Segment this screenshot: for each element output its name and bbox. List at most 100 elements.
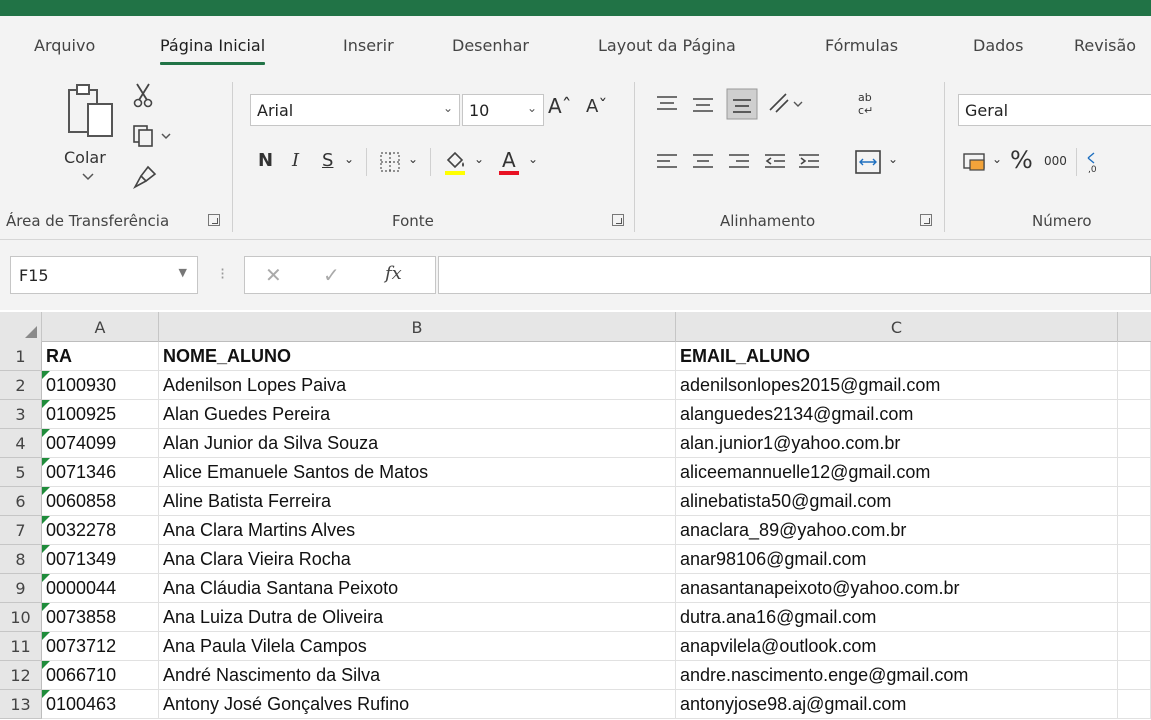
column-header-b[interactable]: B <box>159 312 676 342</box>
cell-a[interactable]: RA <box>42 342 159 371</box>
cell-c[interactable]: antonyjose98.aj@gmail.com <box>676 690 1118 719</box>
font-size-select[interactable]: 10 ⌄ <box>462 94 544 126</box>
cell-d[interactable] <box>1118 342 1151 371</box>
cell-b[interactable]: Ana Clara Vieira Rocha <box>159 545 676 574</box>
row-header[interactable]: 10 <box>0 603 42 632</box>
fill-color-icon[interactable] <box>442 148 468 176</box>
increase-font-size-icon[interactable]: Aˆ <box>548 94 572 118</box>
align-top-icon[interactable] <box>654 92 680 116</box>
wrap-text-icon[interactable]: ab c↵ <box>854 88 882 118</box>
chevron-down-icon[interactable]: ⌄ <box>344 152 354 166</box>
cell-a[interactable]: 0100463 <box>42 690 159 719</box>
row-header[interactable]: 12 <box>0 661 42 690</box>
cancel-icon[interactable]: ✕ <box>265 263 282 287</box>
formula-input[interactable] <box>438 256 1151 294</box>
cell-d[interactable] <box>1118 661 1151 690</box>
chevron-down-icon[interactable]: ⌄ <box>474 152 484 166</box>
cell-c[interactable]: anaclara_89@yahoo.com.br <box>676 516 1118 545</box>
font-launcher-icon[interactable] <box>612 214 624 226</box>
tab-desenhar[interactable]: Desenhar <box>452 36 529 55</box>
accounting-format-icon[interactable] <box>962 150 988 174</box>
increase-decimal-icon[interactable]: ,0 <box>1084 150 1104 174</box>
cell-b[interactable]: Adenilson Lopes Paiva <box>159 371 676 400</box>
orientation-icon[interactable] <box>766 90 806 116</box>
column-header-a[interactable]: A <box>42 312 159 342</box>
cell-d[interactable] <box>1118 371 1151 400</box>
align-bottom-icon[interactable] <box>726 88 758 120</box>
row-header[interactable]: 13 <box>0 690 42 719</box>
cell-c[interactable]: andre.nascimento.enge@gmail.com <box>676 661 1118 690</box>
column-header-c[interactable]: C <box>676 312 1118 342</box>
cell-d[interactable] <box>1118 545 1151 574</box>
tab-formulas[interactable]: Fórmulas <box>825 36 898 55</box>
cell-d[interactable] <box>1118 632 1151 661</box>
decrease-indent-icon[interactable] <box>762 150 788 174</box>
cell-a[interactable]: 0073858 <box>42 603 159 632</box>
format-painter-icon[interactable] <box>132 164 158 190</box>
row-header[interactable]: 8 <box>0 545 42 574</box>
increase-indent-icon[interactable] <box>796 150 822 174</box>
cell-c[interactable]: anar98106@gmail.com <box>676 545 1118 574</box>
insert-function-button[interactable]: fx <box>385 263 402 284</box>
comma-style-button[interactable]: 000 <box>1044 154 1067 168</box>
cell-c[interactable]: anapvilela@outlook.com <box>676 632 1118 661</box>
cell-b[interactable]: Aline Batista Ferreira <box>159 487 676 516</box>
cell-c[interactable]: alinebatista50@gmail.com <box>676 487 1118 516</box>
bold-button[interactable]: N <box>258 150 273 171</box>
tab-layout-da-pagina[interactable]: Layout da Página <box>598 36 736 55</box>
tab-pagina-inicial[interactable]: Página Inicial <box>160 36 266 65</box>
cell-b[interactable]: Antony José Gonçalves Rufino <box>159 690 676 719</box>
cell-b[interactable]: Alice Emanuele Santos de Matos <box>159 458 676 487</box>
row-header[interactable]: 6 <box>0 487 42 516</box>
cell-a[interactable]: 0032278 <box>42 516 159 545</box>
drag-handle-icon[interactable]: ⁝ <box>220 264 225 283</box>
cell-b[interactable]: Alan Guedes Pereira <box>159 400 676 429</box>
font-color-icon[interactable]: A <box>496 148 522 176</box>
cell-c[interactable]: dutra.ana16@gmail.com <box>676 603 1118 632</box>
row-header[interactable]: 11 <box>0 632 42 661</box>
tab-arquivo[interactable]: Arquivo <box>34 36 95 55</box>
cell-c[interactable]: anasantanapeixoto@yahoo.com.br <box>676 574 1118 603</box>
enter-icon[interactable]: ✓ <box>323 263 340 287</box>
cell-a[interactable]: 0066710 <box>42 661 159 690</box>
number-format-select[interactable]: Geral <box>958 94 1151 126</box>
row-header[interactable]: 5 <box>0 458 42 487</box>
cell-c[interactable]: adenilsonlopes2015@gmail.com <box>676 371 1118 400</box>
cell-d[interactable] <box>1118 603 1151 632</box>
cell-c[interactable]: EMAIL_ALUNO <box>676 342 1118 371</box>
cell-a[interactable]: 0071346 <box>42 458 159 487</box>
cell-d[interactable] <box>1118 574 1151 603</box>
merge-center-icon[interactable] <box>854 148 882 176</box>
align-middle-icon[interactable] <box>690 92 716 116</box>
cell-b[interactable]: Ana Clara Martins Alves <box>159 516 676 545</box>
cell-c[interactable]: alanguedes2134@gmail.com <box>676 400 1118 429</box>
row-header[interactable]: 3 <box>0 400 42 429</box>
cell-a[interactable]: 0074099 <box>42 429 159 458</box>
cell-d[interactable] <box>1118 458 1151 487</box>
row-header[interactable]: 2 <box>0 371 42 400</box>
cell-a[interactable]: 0100925 <box>42 400 159 429</box>
align-left-icon[interactable] <box>654 150 680 174</box>
align-right-icon[interactable] <box>726 150 752 174</box>
cell-c[interactable]: alan.junior1@yahoo.com.br <box>676 429 1118 458</box>
cell-d[interactable] <box>1118 400 1151 429</box>
select-all-button[interactable] <box>0 312 42 342</box>
cell-d[interactable] <box>1118 516 1151 545</box>
align-center-icon[interactable] <box>690 150 716 174</box>
row-header[interactable]: 7 <box>0 516 42 545</box>
alignment-launcher-icon[interactable] <box>920 214 932 226</box>
cell-a[interactable]: 0071349 <box>42 545 159 574</box>
chevron-down-icon[interactable]: ⌄ <box>992 152 1002 166</box>
cell-d[interactable] <box>1118 429 1151 458</box>
copy-icon[interactable] <box>132 124 174 148</box>
cell-b[interactable]: Ana Paula Vilela Campos <box>159 632 676 661</box>
font-name-select[interactable]: Arial ⌄ <box>250 94 460 126</box>
cell-a[interactable]: 0100930 <box>42 371 159 400</box>
cell-b[interactable]: NOME_ALUNO <box>159 342 676 371</box>
paste-button[interactable]: Colar <box>64 148 106 167</box>
cell-b[interactable]: André Nascimento da Silva <box>159 661 676 690</box>
chevron-down-icon[interactable] <box>80 172 96 182</box>
cell-d[interactable] <box>1118 690 1151 719</box>
row-header[interactable]: 9 <box>0 574 42 603</box>
cell-b[interactable]: Alan Junior da Silva Souza <box>159 429 676 458</box>
